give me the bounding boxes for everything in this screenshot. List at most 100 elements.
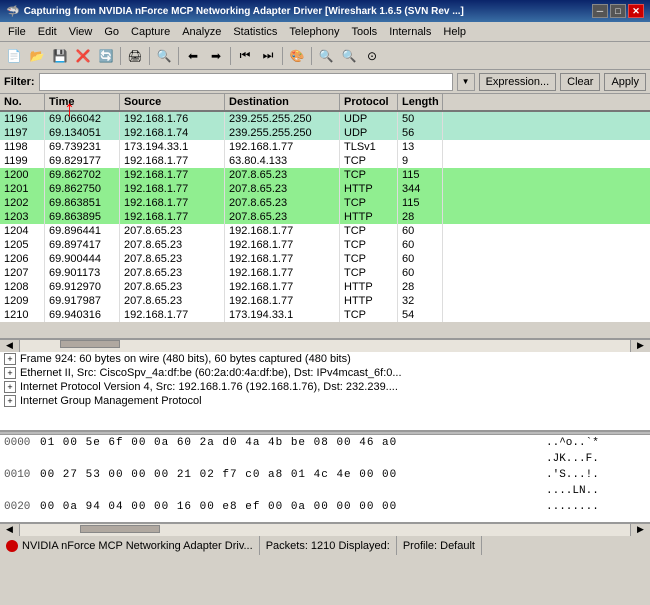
toolbar-separator-5: [282, 47, 283, 65]
menu-help[interactable]: Help: [437, 24, 472, 40]
open-btn[interactable]: 📂: [26, 45, 48, 67]
detail-text: Frame 924: 60 bytes on wire (480 bits), …: [20, 353, 351, 365]
expand-icon[interactable]: +: [4, 353, 16, 365]
cell-proto: TCP: [340, 238, 398, 252]
find-btn[interactable]: 🔍: [153, 45, 175, 67]
cell-time: 69.912970: [45, 280, 120, 294]
close-button[interactable]: ✕: [628, 4, 644, 18]
color-filter-btn[interactable]: 🎨: [286, 45, 308, 67]
hex-hscroll-right-btn[interactable]: ▶: [630, 524, 650, 536]
hex-hscroll-left-btn[interactable]: ◀: [0, 524, 20, 536]
cell-dst: 173.194.33.1: [225, 308, 340, 322]
menu-analyze[interactable]: Analyze: [176, 24, 227, 40]
list-item[interactable]: + Frame 924: 60 bytes on wire (480 bits)…: [0, 352, 650, 366]
minimize-button[interactable]: ─: [592, 4, 608, 18]
prev-btn[interactable]: ⬅: [182, 45, 204, 67]
menu-tools[interactable]: Tools: [346, 24, 384, 40]
list-item[interactable]: + Internet Protocol Version 4, Src: 192.…: [0, 380, 650, 394]
list-item[interactable]: + Internet Group Management Protocol: [0, 394, 650, 408]
reload-btn[interactable]: 🔄: [95, 45, 117, 67]
zoom-in-btn[interactable]: 🔍: [315, 45, 337, 67]
expression-button[interactable]: Expression...: [479, 73, 557, 91]
go-first-btn[interactable]: ⏮: [234, 45, 256, 67]
table-row[interactable]: 1208 69.912970 207.8.65.23 192.168.1.77 …: [0, 280, 650, 294]
hex-hscroll[interactable]: ◀ ▶: [0, 523, 650, 535]
table-row[interactable]: 1204 69.896441 207.8.65.23 192.168.1.77 …: [0, 224, 650, 238]
table-row[interactable]: 1196 69.066042 192.168.1.76 239.255.255.…: [0, 112, 650, 126]
cell-src: 192.168.1.77: [120, 182, 225, 196]
filter-dropdown[interactable]: ▼: [457, 73, 475, 91]
table-row[interactable]: 1203 69.863895 192.168.1.77 207.8.65.23 …: [0, 210, 650, 224]
packet-rows: 1196 69.066042 192.168.1.76 239.255.255.…: [0, 112, 650, 335]
filter-bar: Filter: ▼ Expression... Clear Apply: [0, 70, 650, 94]
table-row[interactable]: 1197 69.134051 192.168.1.74 239.255.255.…: [0, 126, 650, 140]
cell-time: 69.900444: [45, 252, 120, 266]
table-row[interactable]: 1202 69.863851 192.168.1.77 207.8.65.23 …: [0, 196, 650, 210]
toolbar-separator-2: [149, 47, 150, 65]
cell-src: 207.8.65.23: [120, 238, 225, 252]
next-btn[interactable]: ➡: [205, 45, 227, 67]
adapter-name: NVIDIA nForce MCP Networking Adapter Dri…: [22, 540, 253, 552]
expand-icon[interactable]: +: [4, 367, 16, 379]
cell-len: 115: [398, 196, 443, 210]
expand-icon[interactable]: +: [4, 381, 16, 393]
hscroll-thumb[interactable]: [60, 340, 120, 348]
print-btn[interactable]: 🖨: [124, 45, 146, 67]
col-header-time[interactable]: Time: [45, 94, 120, 110]
table-row[interactable]: 1205 69.897417 207.8.65.23 192.168.1.77 …: [0, 238, 650, 252]
menu-file[interactable]: File: [2, 24, 32, 40]
hex-hscroll-thumb[interactable]: [80, 525, 160, 533]
detail-text: Internet Protocol Version 4, Src: 192.16…: [20, 381, 398, 393]
menu-go[interactable]: Go: [98, 24, 125, 40]
hscroll-right-btn[interactable]: ▶: [630, 340, 650, 352]
col-header-protocol[interactable]: Protocol: [340, 94, 398, 110]
cell-src: 173.194.33.1: [120, 140, 225, 154]
table-row[interactable]: 1209 69.917987 207.8.65.23 192.168.1.77 …: [0, 294, 650, 308]
col-header-no[interactable]: No.: [0, 94, 45, 110]
cell-time: 69.829177: [45, 154, 120, 168]
list-item[interactable]: + Ethernet II, Src: CiscoSpv_4a:df:be (6…: [0, 366, 650, 380]
cell-time: 69.917987: [45, 294, 120, 308]
menu-telephony[interactable]: Telephony: [283, 24, 345, 40]
menu-capture[interactable]: Capture: [125, 24, 176, 40]
table-row[interactable]: 1200 69.862702 192.168.1.77 207.8.65.23 …: [0, 168, 650, 182]
zoom-out-btn[interactable]: 🔍: [338, 45, 360, 67]
col-header-destination[interactable]: Destination: [225, 94, 340, 110]
table-row[interactable]: 1201 69.862750 192.168.1.77 207.8.65.23 …: [0, 182, 650, 196]
menu-edit[interactable]: Edit: [32, 24, 63, 40]
cell-len: 60: [398, 266, 443, 280]
close-capture-btn[interactable]: ❌: [72, 45, 94, 67]
col-header-length[interactable]: Length: [398, 94, 443, 110]
go-last-btn[interactable]: ⏭: [257, 45, 279, 67]
status-bar: NVIDIA nForce MCP Networking Adapter Dri…: [0, 535, 650, 555]
table-row[interactable]: 1198 69.739231 173.194.33.1 192.168.1.77…: [0, 140, 650, 154]
cell-dst: 207.8.65.23: [225, 210, 340, 224]
normal-size-btn[interactable]: ⊙: [361, 45, 383, 67]
packet-list-hscroll[interactable]: ◀ ▶: [0, 339, 650, 351]
cell-len: 54: [398, 308, 443, 322]
hex-ascii: ..^o..`* .JK...F.: [546, 435, 646, 467]
menu-view[interactable]: View: [63, 24, 99, 40]
table-row[interactable]: 1207 69.901173 207.8.65.23 192.168.1.77 …: [0, 266, 650, 280]
apply-button[interactable]: Apply: [604, 73, 646, 91]
table-row[interactable]: 1199 69.829177 192.168.1.77 63.80.4.133 …: [0, 154, 650, 168]
toolbar: 📄 📂 💾 ❌ 🔄 🖨 🔍 ⬅ ➡ ⏮ ⏭ 🎨 🔍 🔍 ⊙: [0, 42, 650, 70]
table-row[interactable]: 1206 69.900444 207.8.65.23 192.168.1.77 …: [0, 252, 650, 266]
cell-proto: HTTP: [340, 182, 398, 196]
cell-len: 60: [398, 224, 443, 238]
menu-statistics[interactable]: Statistics: [227, 24, 283, 40]
filter-input[interactable]: [39, 73, 453, 91]
cell-dst: 192.168.1.77: [225, 224, 340, 238]
menu-internals[interactable]: Internals: [383, 24, 437, 40]
maximize-button[interactable]: □: [610, 4, 626, 18]
clear-button[interactable]: Clear: [560, 73, 600, 91]
hscroll-left-btn[interactable]: ◀: [0, 340, 20, 352]
col-header-source[interactable]: Source: [120, 94, 225, 110]
cell-proto: TLSv1: [340, 140, 398, 154]
cell-len: 56: [398, 126, 443, 140]
expand-icon[interactable]: +: [4, 395, 16, 407]
save-btn[interactable]: 💾: [49, 45, 71, 67]
new-capture-btn[interactable]: 📄: [3, 45, 25, 67]
capture-indicator: [6, 540, 18, 552]
table-row[interactable]: 1210 69.940316 192.168.1.77 173.194.33.1…: [0, 308, 650, 322]
